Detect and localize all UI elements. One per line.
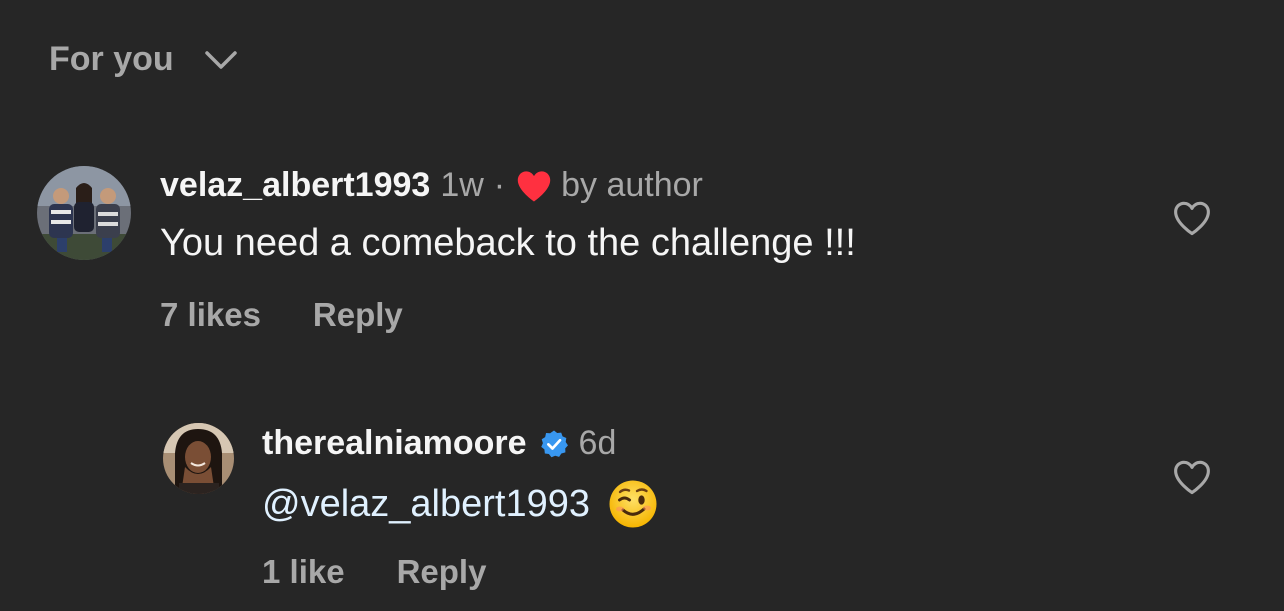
chevron-down-icon (204, 50, 238, 70)
likes-count[interactable]: 1 like (262, 553, 345, 591)
timestamp: 1w (440, 166, 484, 204)
heart-filled-icon (515, 169, 553, 203)
username[interactable]: therealniamoore (262, 424, 527, 463)
comment-text: You need a comeback to the challenge !!! (160, 222, 856, 264)
heart-outline-icon (1172, 200, 1212, 236)
likes-count[interactable]: 7 likes (160, 296, 261, 334)
reply-button[interactable]: Reply (397, 553, 487, 591)
like-button[interactable] (1172, 200, 1212, 236)
avatar[interactable] (163, 423, 234, 494)
comment-actions: 7 likes Reply (160, 296, 403, 334)
separator-dot: · (493, 166, 506, 204)
comment-actions: 1 like Reply (262, 553, 486, 591)
like-button[interactable] (1172, 459, 1212, 495)
avatar[interactable] (37, 166, 131, 260)
liked-by-author-label: by author (561, 166, 703, 204)
comment-text: @velaz_albert1993 (262, 479, 658, 529)
verified-badge-icon (539, 429, 569, 459)
reply-button[interactable]: Reply (313, 296, 403, 334)
winking-face-emoji (608, 479, 658, 529)
heart-outline-icon (1172, 459, 1212, 495)
timestamp: 6d (578, 424, 617, 462)
username[interactable]: velaz_albert1993 (160, 166, 430, 205)
sort-dropdown[interactable]: For you (49, 40, 238, 79)
mention-link[interactable]: @velaz_albert1993 (262, 483, 590, 526)
sort-label: For you (49, 40, 174, 78)
comment-header: velaz_albert1993 1w · by author (160, 166, 703, 205)
comment-header: therealniamoore 6d (262, 424, 616, 463)
